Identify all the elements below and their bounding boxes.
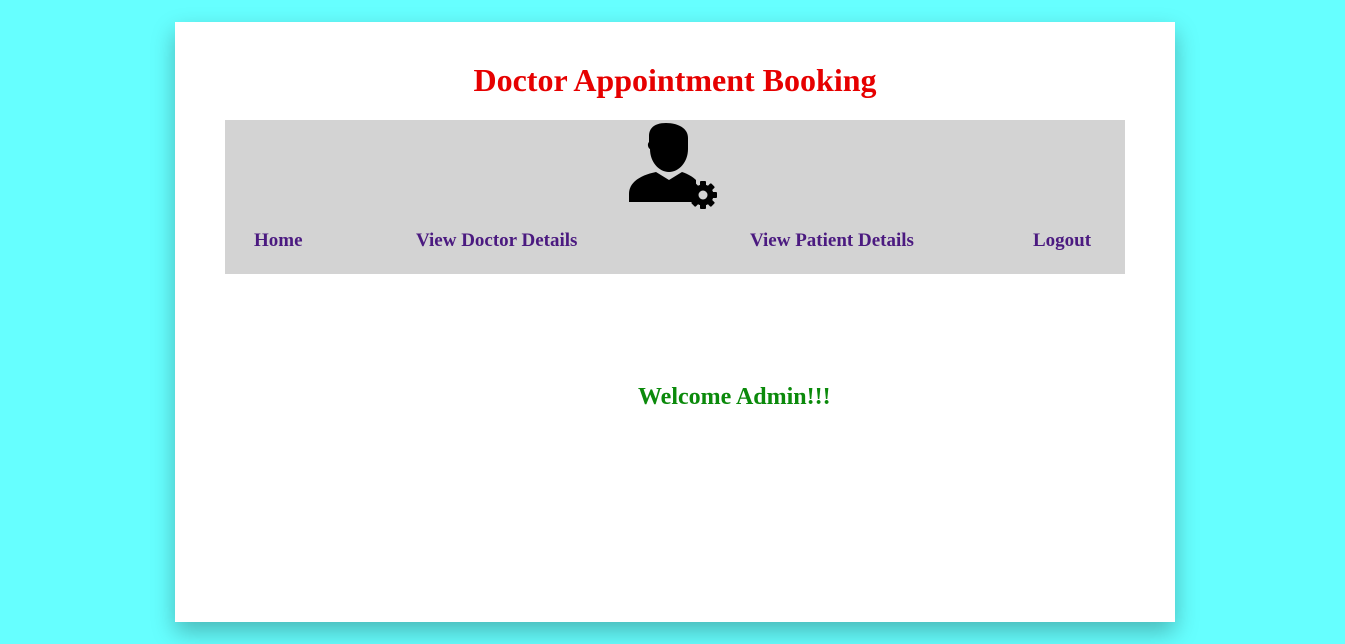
nav-view-doctor-details-link[interactable]: View Doctor Details bbox=[416, 229, 577, 253]
main-card: Doctor Appointment Booking Home View Doc… bbox=[175, 22, 1175, 622]
page-title: Doctor Appointment Booking bbox=[473, 62, 877, 98]
nav-home-link[interactable]: Home bbox=[254, 229, 303, 253]
nav-logout-link[interactable]: Logout bbox=[1033, 229, 1091, 253]
nav-view-patient-details-link[interactable]: View Patient Details bbox=[750, 229, 914, 253]
admin-user-gear-icon bbox=[628, 122, 720, 210]
navbar: Home View Doctor Details View Patient De… bbox=[225, 120, 1125, 274]
welcome-message: Welcome Admin!!! bbox=[638, 384, 831, 410]
